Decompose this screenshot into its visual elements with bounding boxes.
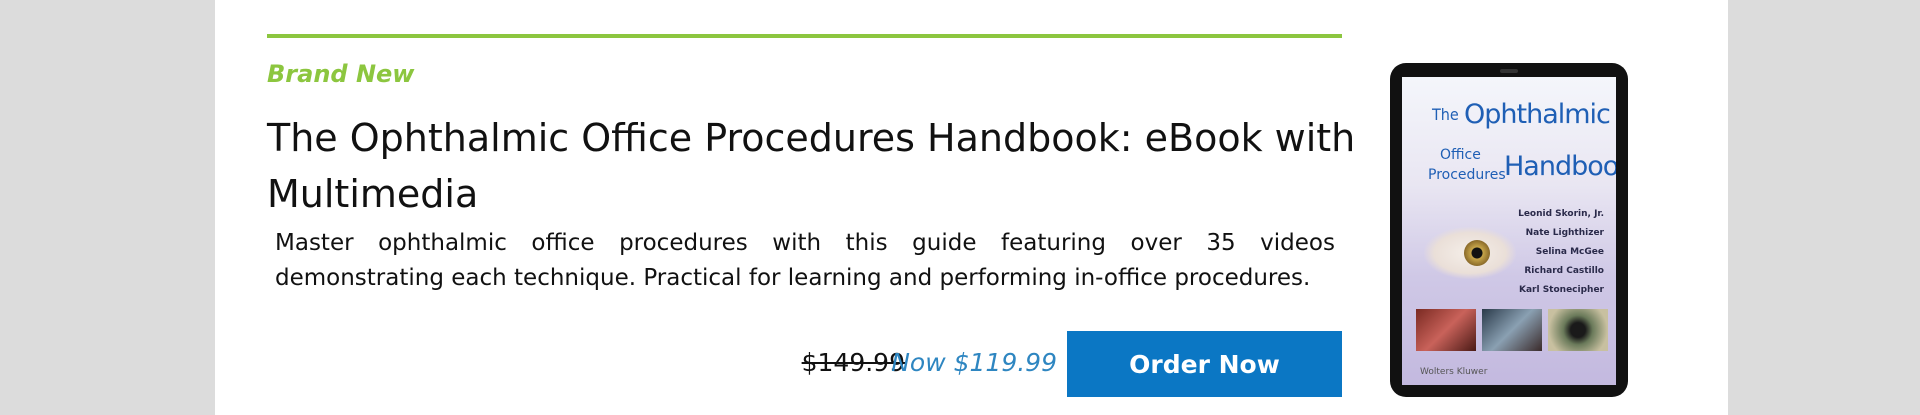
- sale-price: Now $119.99: [891, 348, 1057, 377]
- cover-photo-eye-closeup: [1548, 309, 1608, 351]
- cover-author: Nate Lighthizer: [1525, 228, 1604, 238]
- cover-author: Selina McGee: [1535, 247, 1604, 257]
- order-now-button[interactable]: Order Now: [1067, 331, 1342, 397]
- cover-photo-procedure: [1482, 309, 1542, 351]
- divider-rule: [267, 34, 1342, 38]
- product-description: Master ophthalmic office procedures with…: [275, 230, 1335, 291]
- cover-publisher-logo: Wolters Kluwer: [1420, 367, 1488, 377]
- cover-eye-iris: [1464, 240, 1490, 266]
- cover-authors: Leonid Skorin, Jr. Nate Lighthizer Selin…: [1518, 205, 1604, 300]
- cover-title-handbook: Handbook: [1504, 151, 1616, 182]
- book-cover: The Ophthalmic Office Procedures Handboo…: [1402, 77, 1616, 385]
- price-row: $149.99 Now $119.99 Order Now: [700, 331, 1342, 397]
- cover-photo-surgery: [1416, 309, 1476, 351]
- cover-author: Karl Stonecipher: [1519, 285, 1604, 295]
- old-price: $149.99: [801, 348, 905, 377]
- cover-title-ophthalmic: Ophthalmic: [1464, 99, 1611, 130]
- cover-author: Leonid Skorin, Jr.: [1518, 209, 1604, 219]
- cover-author: Richard Castillo: [1524, 266, 1604, 276]
- book-cover-tablet[interactable]: The Ophthalmic Office Procedures Handboo…: [1390, 63, 1628, 397]
- tablet-camera: [1500, 69, 1518, 73]
- brand-new-badge: Brand New: [267, 60, 415, 88]
- product-title[interactable]: The Ophthalmic Office Procedures Handboo…: [267, 110, 1367, 222]
- cover-eye-image: [1424, 227, 1516, 279]
- cover-photo-strip: [1416, 309, 1608, 351]
- cover-title-office: Office: [1440, 147, 1481, 163]
- cover-title-the: The: [1432, 105, 1459, 124]
- cover-title-procedures: Procedures: [1428, 167, 1506, 183]
